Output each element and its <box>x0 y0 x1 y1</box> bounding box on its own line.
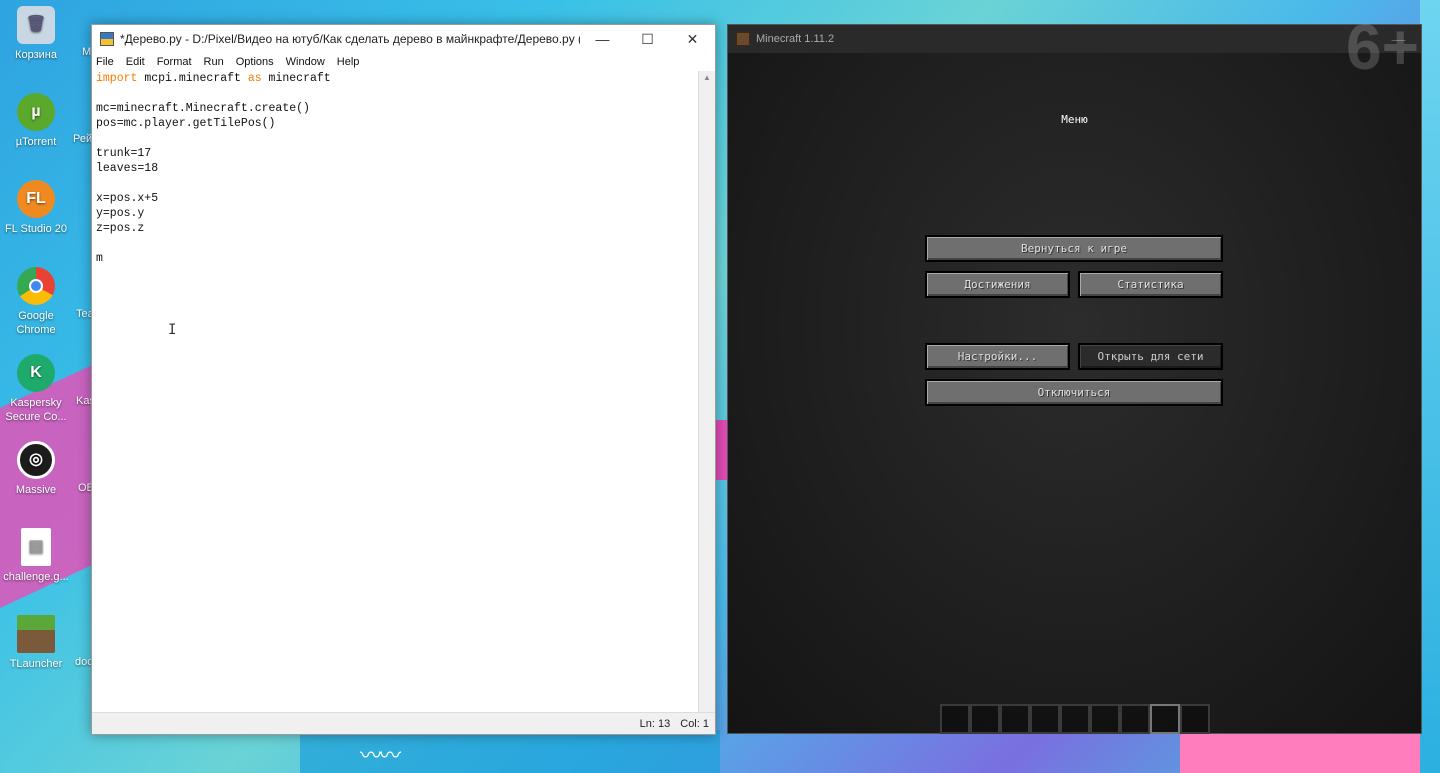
minimize-button[interactable]: — <box>580 25 625 53</box>
desktop-icon-kaspersky[interactable]: K Kaspersky Secure Co... <box>0 354 72 424</box>
window-title: Minecraft 1.11.2 <box>756 33 835 45</box>
window-title: *Дерево.py - D:/Pixel/Видео на ютуб/Как … <box>120 32 580 46</box>
code-line: pos=mc.player.getTilePos() <box>96 117 276 130</box>
menu-run[interactable]: Run <box>204 56 224 68</box>
tlauncher-icon <box>17 615 55 653</box>
massive-icon: ◎ <box>17 441 55 479</box>
hotbar-slot <box>1090 704 1120 734</box>
code-line: z=pos.z <box>96 222 145 235</box>
desktop-icon-challenge-file[interactable]: ▤ challenge.g... <box>0 528 72 584</box>
minecraft-icon <box>736 32 750 46</box>
maximize-button[interactable]: ☐ <box>625 25 670 53</box>
text-cursor-icon: I <box>168 322 177 338</box>
hotbar-slot <box>1060 704 1090 734</box>
code-line: mc=minecraft.Minecraft.create() <box>96 102 310 115</box>
settings-button[interactable]: Настройки... <box>925 343 1070 370</box>
document-icon: ▤ <box>21 528 51 566</box>
code-line: trunk=17 <box>96 147 152 160</box>
age-rating-watermark: 6+ <box>1346 11 1419 83</box>
code-line: x=pos.x+5 <box>96 192 159 205</box>
hotbar-slot-selected <box>1150 704 1180 734</box>
utorrent-icon: µ <box>17 93 55 131</box>
code-editor[interactable]: import mcpi.minecraft as minecraft mc=mi… <box>92 71 698 713</box>
desktop-icon-tlauncher[interactable]: TLauncher <box>0 615 72 671</box>
desktop-icon-label: TLauncher <box>9 658 63 670</box>
back-to-game-button[interactable]: Вернуться к игре <box>925 235 1223 262</box>
hotbar-slot <box>1120 704 1150 734</box>
hotbar-slot <box>1000 704 1030 734</box>
idle-editor-window: *Дерево.py - D:/Pixel/Видео на ютуб/Как … <box>91 24 716 735</box>
desktop-icon-label: Massive <box>15 484 57 496</box>
desktop-icon-label: Kaspersky Secure Co... <box>5 397 67 423</box>
minecraft-window: Minecraft 1.11.2 — Меню Вернуться к игре… <box>727 24 1422 734</box>
chrome-icon <box>17 267 55 305</box>
menu-edit[interactable]: Edit <box>126 56 145 68</box>
column-number: Col: 1 <box>680 717 709 730</box>
desktop-icon-massive[interactable]: ◎ Massive <box>0 441 72 497</box>
kaspersky-icon: K <box>17 354 55 392</box>
hotbar-slot <box>1180 704 1210 734</box>
python-icon <box>100 32 114 46</box>
desktop-icon-label: challenge.g... <box>3 571 69 583</box>
code-line: m <box>96 252 103 265</box>
code-line: y=pos.y <box>96 207 145 220</box>
open-to-lan-button: Открыть для сети <box>1078 343 1223 370</box>
desktop-icon-fl-studio[interactable]: FL FL Studio 20 <box>0 180 72 236</box>
menu-format[interactable]: Format <box>157 56 192 68</box>
game-viewport: Меню Вернуться к игре Достижения Статист… <box>728 53 1421 734</box>
desktop-icon-label: FL Studio 20 <box>5 223 67 235</box>
statistics-button[interactable]: Статистика <box>1078 271 1223 298</box>
desktop-icon-utorrent[interactable]: µ µTorrent <box>0 93 72 149</box>
menu-file[interactable]: File <box>96 56 114 68</box>
status-bar: Ln: 13 Col: 1 <box>92 712 715 734</box>
desktop-icon-google-chrome[interactable]: Google Chrome <box>0 267 72 337</box>
achievements-button[interactable]: Достижения <box>925 271 1070 298</box>
menu-options[interactable]: Options <box>236 56 274 68</box>
disconnect-button[interactable]: Отключиться <box>925 379 1223 406</box>
wallpaper-squiggle: 〰〰 <box>360 743 401 768</box>
desktop-icon-label: µTorrent <box>15 136 57 148</box>
desktop-icon-label-partial: M <box>82 46 92 58</box>
close-button[interactable]: ✕ <box>670 25 715 53</box>
menu-title: Меню <box>1061 113 1088 126</box>
desktop-icon-label-partial: Рей <box>73 133 93 145</box>
line-number: Ln: 13 <box>639 717 671 730</box>
hotbar-slot <box>970 704 1000 734</box>
desktop-icon-recycle-bin[interactable]: 🗑 Корзина <box>0 6 72 62</box>
recycle-bin-icon: 🗑 <box>17 6 55 44</box>
idle-titlebar[interactable]: *Дерево.py - D:/Pixel/Видео на ютуб/Как … <box>92 25 715 53</box>
scroll-up-icon[interactable]: ▲ <box>699 71 715 85</box>
wallpaper-shape <box>1420 0 1440 773</box>
menu-bar: File Edit Format Run Options Window Help <box>92 53 715 71</box>
desktop-icon-label: Корзина <box>15 49 57 61</box>
vertical-scrollbar[interactable]: ▲ <box>698 71 715 713</box>
menu-help[interactable]: Help <box>337 56 360 68</box>
hotbar-slot <box>940 704 970 734</box>
hotbar-slot <box>1030 704 1060 734</box>
desktop-icon-label: Google Chrome <box>16 310 56 336</box>
hotbar <box>940 704 1210 734</box>
fl-studio-icon: FL <box>17 180 55 218</box>
code-line: import mcpi.minecraft as minecraft <box>96 72 331 85</box>
minecraft-titlebar[interactable]: Minecraft 1.11.2 — <box>728 25 1421 53</box>
menu-window[interactable]: Window <box>286 56 325 68</box>
code-line: leaves=18 <box>96 162 159 175</box>
